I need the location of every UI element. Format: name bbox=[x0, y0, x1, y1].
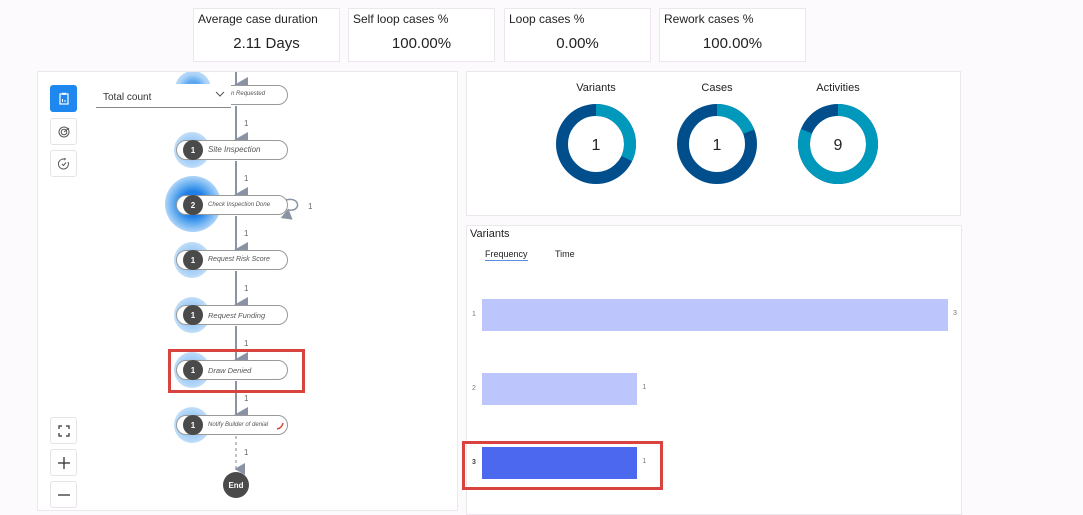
end-node[interactable]: End bbox=[223, 472, 249, 498]
donut-variants: Variants 1 bbox=[551, 82, 641, 190]
kpi-value: 100.00% bbox=[702, 35, 763, 52]
metric-dropdown[interactable]: Total count bbox=[96, 84, 231, 108]
donut-chart: 1 bbox=[556, 104, 636, 184]
donut-value: 1 bbox=[592, 137, 601, 154]
donut-title: Activities bbox=[816, 82, 860, 94]
bar-value-label: 3 bbox=[953, 310, 957, 317]
self-loop-count: 1 bbox=[308, 202, 313, 211]
node-label: Site Inspection bbox=[208, 145, 261, 154]
donut-cases: Cases 1 bbox=[672, 82, 762, 190]
end-marker-icon bbox=[276, 422, 284, 430]
bar-category-label: 1 bbox=[472, 311, 476, 318]
donut-value: 1 bbox=[713, 137, 722, 154]
donut-chart: 1 bbox=[677, 104, 757, 184]
highlight-box-draw-denied bbox=[168, 349, 305, 393]
edge-count: 1 bbox=[244, 284, 249, 293]
node-count-badge: 1 bbox=[183, 415, 203, 435]
bar-category-label: 2 bbox=[472, 385, 476, 392]
donut-chart: 9 bbox=[798, 104, 878, 184]
kpi-card-average-case-duration: Average case duration 2.11 Days bbox=[193, 8, 340, 62]
chevron-down-icon bbox=[215, 91, 225, 97]
variant-bar[interactable] bbox=[482, 299, 948, 331]
donut-activities: Activities 9 bbox=[793, 82, 883, 190]
variants-title: Variants bbox=[470, 228, 510, 240]
tab-frequency[interactable]: Frequency bbox=[485, 249, 528, 261]
kpi-card-self-loop-cases: Self loop cases % 100.00% bbox=[348, 8, 495, 62]
zoom-in-icon bbox=[57, 456, 70, 469]
edge-count: 1 bbox=[244, 339, 249, 348]
fit-screen-button[interactable] bbox=[50, 417, 77, 444]
edge-count: 1 bbox=[244, 394, 249, 403]
kpi-value: 100.00% bbox=[391, 35, 452, 52]
summary-donuts-panel: Variants 1 Cases 1 Activities 9 bbox=[466, 71, 961, 216]
kpi-title: Rework cases % bbox=[664, 12, 754, 26]
zoom-in-button[interactable] bbox=[50, 449, 77, 476]
zoom-out-button[interactable] bbox=[50, 481, 77, 508]
edge-count: 1 bbox=[244, 119, 249, 128]
node-count-badge: 1 bbox=[183, 305, 203, 325]
process-map-panel: Total count 1 1 1 1 1 1 1 1 Inspection R… bbox=[37, 71, 458, 511]
variant-bar[interactable] bbox=[482, 373, 638, 405]
kpi-card-rework-cases: Rework cases % 100.00% bbox=[659, 8, 806, 62]
node-label: Notify Builder of denial bbox=[208, 422, 269, 428]
kpi-card-loop-cases: Loop cases % 0.00% bbox=[504, 8, 651, 62]
fit-screen-icon bbox=[57, 424, 70, 437]
edge-count: 1 bbox=[244, 174, 249, 183]
kpi-value: 2.11 Days bbox=[233, 35, 300, 52]
zoom-out-icon bbox=[57, 493, 70, 496]
metric-dropdown-value: Total count bbox=[103, 92, 152, 103]
kpi-title: Loop cases % bbox=[509, 12, 585, 26]
kpi-title: Average case duration bbox=[198, 12, 318, 26]
tab-time[interactable]: Time bbox=[555, 249, 575, 260]
bar-value-label: 1 bbox=[642, 384, 647, 391]
donut-value: 9 bbox=[834, 137, 843, 154]
kpi-title: Self loop cases % bbox=[353, 12, 449, 26]
node-count-badge: 1 bbox=[183, 250, 203, 270]
highlight-box-variant-3 bbox=[462, 441, 663, 490]
donut-title: Variants bbox=[576, 82, 616, 94]
node-label: Request Funding bbox=[208, 311, 266, 320]
kpi-value: 0.00% bbox=[556, 35, 599, 52]
node-count-badge: 2 bbox=[183, 195, 203, 215]
node-count-badge: 1 bbox=[183, 140, 203, 160]
node-label: Request Risk Score bbox=[208, 256, 270, 263]
edge-count: 1 bbox=[244, 448, 249, 457]
edge-count: 1 bbox=[244, 229, 249, 238]
node-label: Check Inspection Done bbox=[208, 202, 271, 208]
donut-title: Cases bbox=[701, 82, 733, 94]
variants-panel: Variants Frequency Time 132131 bbox=[462, 225, 962, 515]
